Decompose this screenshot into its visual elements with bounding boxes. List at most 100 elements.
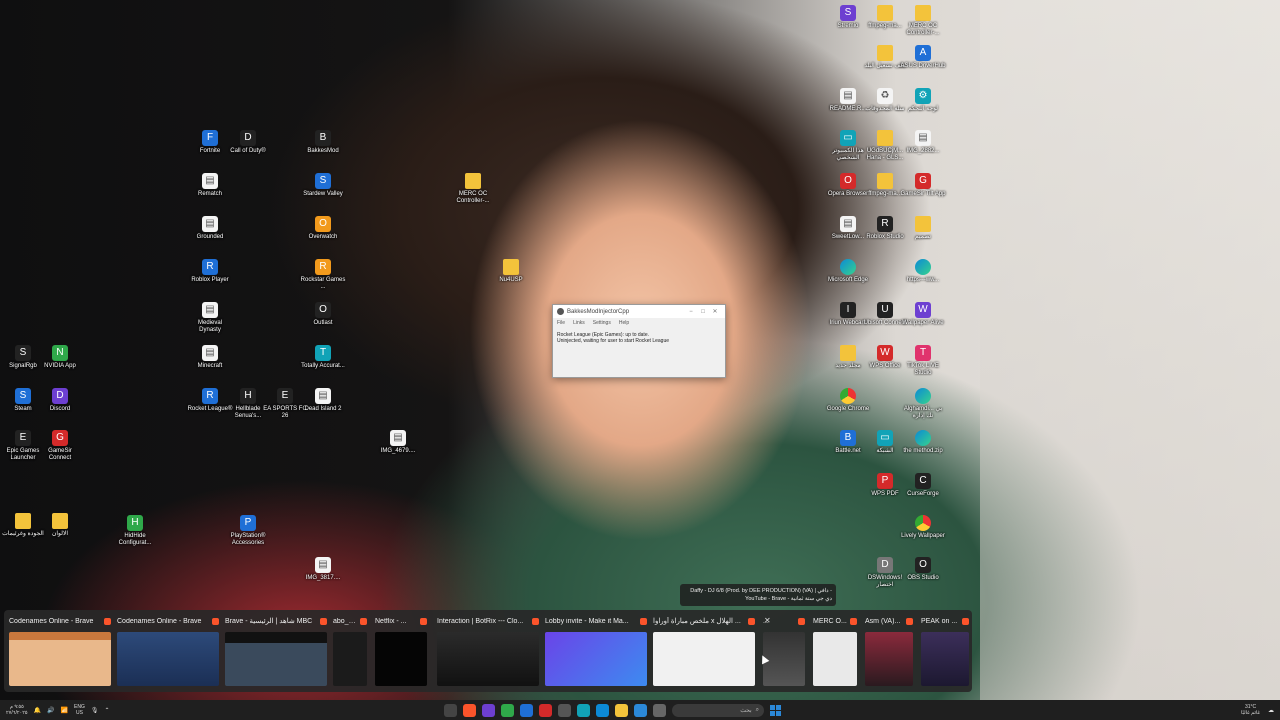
wps-icon[interactable]: [539, 703, 552, 717]
menu-help[interactable]: Help: [619, 320, 629, 326]
desktop-icon-grounded[interactable]: ▤ Grounded: [187, 216, 233, 241]
photos-icon[interactable]: [634, 703, 647, 717]
desktop-icon-discord[interactable]: D Discord: [37, 388, 83, 413]
menu-settings[interactable]: Settings: [593, 320, 611, 326]
desktop-icon-nu4usp-folder[interactable]: Nu4USP: [488, 259, 534, 284]
brave-icon: [850, 617, 857, 625]
switcher-window[interactable]: Interaction | BotRix --- Clo...: [434, 614, 542, 690]
switcher-window[interactable]: ملخص مباراة أوراوا x الهلال ...: [650, 614, 758, 690]
desktop-icon-lively-wallpaper[interactable]: Lively Wallpaper: [900, 515, 946, 540]
desktop-icon-label: Rockstar Games ...: [300, 277, 346, 290]
telegram-icon[interactable]: [577, 703, 590, 717]
desktop-icon-gamesir-tilt[interactable]: G GameSir Tilt App: [900, 173, 946, 198]
menu-links[interactable]: Links: [573, 320, 585, 326]
desktop-icon-hidhide[interactable]: H HidHide Configurat...: [112, 515, 158, 547]
switcher-window[interactable]: ...: [760, 614, 808, 690]
close-button[interactable]: ✕: [709, 308, 721, 315]
desktop-icon-the-method-zip[interactable]: the method.zip: [900, 430, 946, 455]
desktop-icon-alghamdi-shortcut[interactable]: Alghamdi... بي تك إدارة: [900, 388, 946, 420]
settings-gear-icon[interactable]: [444, 703, 457, 717]
desktop-icon-rematch[interactable]: ▤ Rematch: [187, 173, 233, 198]
obs-icon[interactable]: [558, 703, 571, 717]
chevron-up-icon[interactable]: ⌃: [105, 707, 110, 714]
bakkesmod-injector-window[interactable]: BakkesModInjectorCpp − □ ✕ File Links Se…: [552, 304, 726, 378]
recycle-bin-icon: ♻: [877, 88, 893, 104]
desktop-icon-tiktok-live-studio[interactable]: T TikTok LIVE Studio: [900, 345, 946, 377]
desktop-icon-img-2882[interactable]: ▤ IMG_2882...: [900, 130, 946, 155]
desktop-icon-merc-oc-folder[interactable]: MERC OC Controller-...: [450, 173, 496, 205]
notification-bell-icon[interactable]: 🔔: [34, 707, 41, 714]
steam-icon[interactable]: [520, 703, 533, 717]
file-explorer-icon[interactable]: [615, 703, 628, 717]
switcher-window[interactable]: Netflix - ...: [372, 614, 430, 690]
switcher-window[interactable]: Codenames Online - Brave: [6, 614, 114, 690]
switcher-window[interactable]: Lobby invite - Make it Ma...: [542, 614, 650, 690]
desktop-icon-label: https---ww...: [906, 277, 940, 283]
desktop-icon-stardew-valley[interactable]: S Stardew Valley: [300, 173, 346, 198]
switcher-window-label: ملخص مباراة أوراوا x الهلال ...: [650, 614, 758, 628]
volume-icon[interactable]: 🔊: [47, 707, 54, 714]
desktop-icon-label: Dead Island 2: [304, 406, 342, 412]
desktop-icon-img-4679[interactable]: ▤ IMG_4679....: [375, 430, 421, 455]
switcher-window[interactable]: Codenames Online - Brave: [114, 614, 222, 690]
gamesir-tilt-icon: G: [915, 173, 931, 189]
desktop-icon-label: Roblox Player: [191, 277, 229, 283]
switcher-window[interactable]: Asm (VA)...: [862, 614, 916, 690]
desktop-icon-label: Fortnite: [199, 148, 221, 154]
switcher-window[interactable]: MERC O...: [810, 614, 860, 690]
desktop-icon-design-folder[interactable]: تصميم: [900, 216, 946, 241]
input-language[interactable]: ENG US: [74, 704, 85, 716]
desktop-icon-google-chrome[interactable]: Google Chrome: [825, 388, 871, 413]
desktop-icon-outlast[interactable]: O Outlast: [300, 302, 346, 327]
edge-icon[interactable]: [596, 703, 609, 717]
minimize-button[interactable]: −: [685, 309, 697, 315]
desktop-icon-label: ffmpeg-ma...: [868, 23, 902, 29]
desktop-icon-label: SignalRgb: [9, 363, 37, 369]
desktop-icon-minecraft[interactable]: ▤ Minecraft: [187, 345, 233, 370]
menu-file[interactable]: File: [557, 320, 565, 326]
mic-icon[interactable]: 🎙: [91, 707, 99, 714]
desktop-icon-call-of-duty[interactable]: D Call of Duty®: [225, 130, 271, 155]
desktop-icon-merc-oc-controller[interactable]: MERC OC Controller-...: [900, 5, 946, 37]
nvidia-icon[interactable]: [501, 703, 514, 717]
desktop-icon-totally-accurate[interactable]: T Totally Accurat...: [300, 345, 346, 370]
window-title-text: MERC O...: [813, 617, 847, 625]
desktop-icon-asus-driverhub[interactable]: A ASUS DriverHub: [900, 45, 946, 70]
desktop-icon-https-shortcut[interactable]: https---ww...: [900, 259, 946, 284]
desktop-icon-img-3817[interactable]: ▤ IMG_3817....: [300, 557, 346, 582]
desktop-icon-folder-arabic-2[interactable]: الالوان: [37, 513, 83, 538]
desktop-icon-bakkesmod[interactable]: B BakkesMod: [300, 130, 346, 155]
brave-icon[interactable]: [463, 703, 476, 717]
desktop-icon-overwatch[interactable]: O Overwatch: [300, 216, 346, 241]
clock[interactable]: ٩:٥٥ م ٢٧/٦/٢٠٢٥: [6, 704, 28, 716]
weather-widget[interactable]: 31°C غائم غالبًا ☁: [1241, 700, 1274, 720]
desktop-icon-control-panel[interactable]: ⚙ لوحة التحكم: [900, 88, 946, 113]
wifi-icon[interactable]: 📶: [61, 707, 68, 714]
desktop-icon-curseforge[interactable]: C CurseForge: [900, 473, 946, 498]
minecraft-icon: ▤: [202, 345, 218, 361]
desktop-icon-rockstar-games[interactable]: R Rockstar Games ...: [300, 259, 346, 291]
switcher-window[interactable]: PEAK on ...: [918, 614, 972, 690]
start-button[interactable]: [770, 704, 781, 716]
the-method-zip-icon: [915, 430, 931, 446]
desktop-icon-obs-studio[interactable]: O OBS Studio: [900, 557, 946, 582]
merc-oc-controller-icon: [915, 5, 931, 21]
task-view-icon[interactable]: [653, 703, 666, 717]
desktop-icon-dead-island-2[interactable]: ▤ Dead Island 2: [300, 388, 346, 413]
maximize-button[interactable]: □: [697, 309, 709, 315]
switcher-window[interactable]: Brave - شاهد | الرئيسية MBC: [222, 614, 330, 690]
search-box[interactable]: بحث ⌕: [672, 703, 764, 717]
ea-sports-fc-icon: E: [277, 388, 293, 404]
desktop-icon-label: Discord: [49, 406, 71, 412]
desktop-icon-microsoft-edge[interactable]: Microsoft Edge: [825, 259, 871, 284]
desktop-icon-medieval-dynasty[interactable]: ▤ Medieval Dynasty: [187, 302, 233, 334]
desktop-icon-wallpaper-alive[interactable]: W Wallpaper Alive: [900, 302, 946, 327]
desktop-icon-playstation-accessories[interactable]: P PlayStation® Accessories: [225, 515, 271, 547]
desktop-icon-roblox-player[interactable]: R Roblox Player: [187, 259, 233, 284]
desktop-icon-nvidia-app[interactable]: N NVIDIA App: [37, 345, 83, 370]
window-titlebar[interactable]: BakkesModInjectorCpp − □ ✕: [553, 305, 725, 318]
discord-icon[interactable]: [482, 703, 495, 717]
switcher-window[interactable]: abo_qa...: [330, 614, 370, 690]
close-icon[interactable]: ✕: [764, 616, 771, 625]
desktop-icon-gamesir-connect[interactable]: G GameSir Connect: [37, 430, 83, 462]
